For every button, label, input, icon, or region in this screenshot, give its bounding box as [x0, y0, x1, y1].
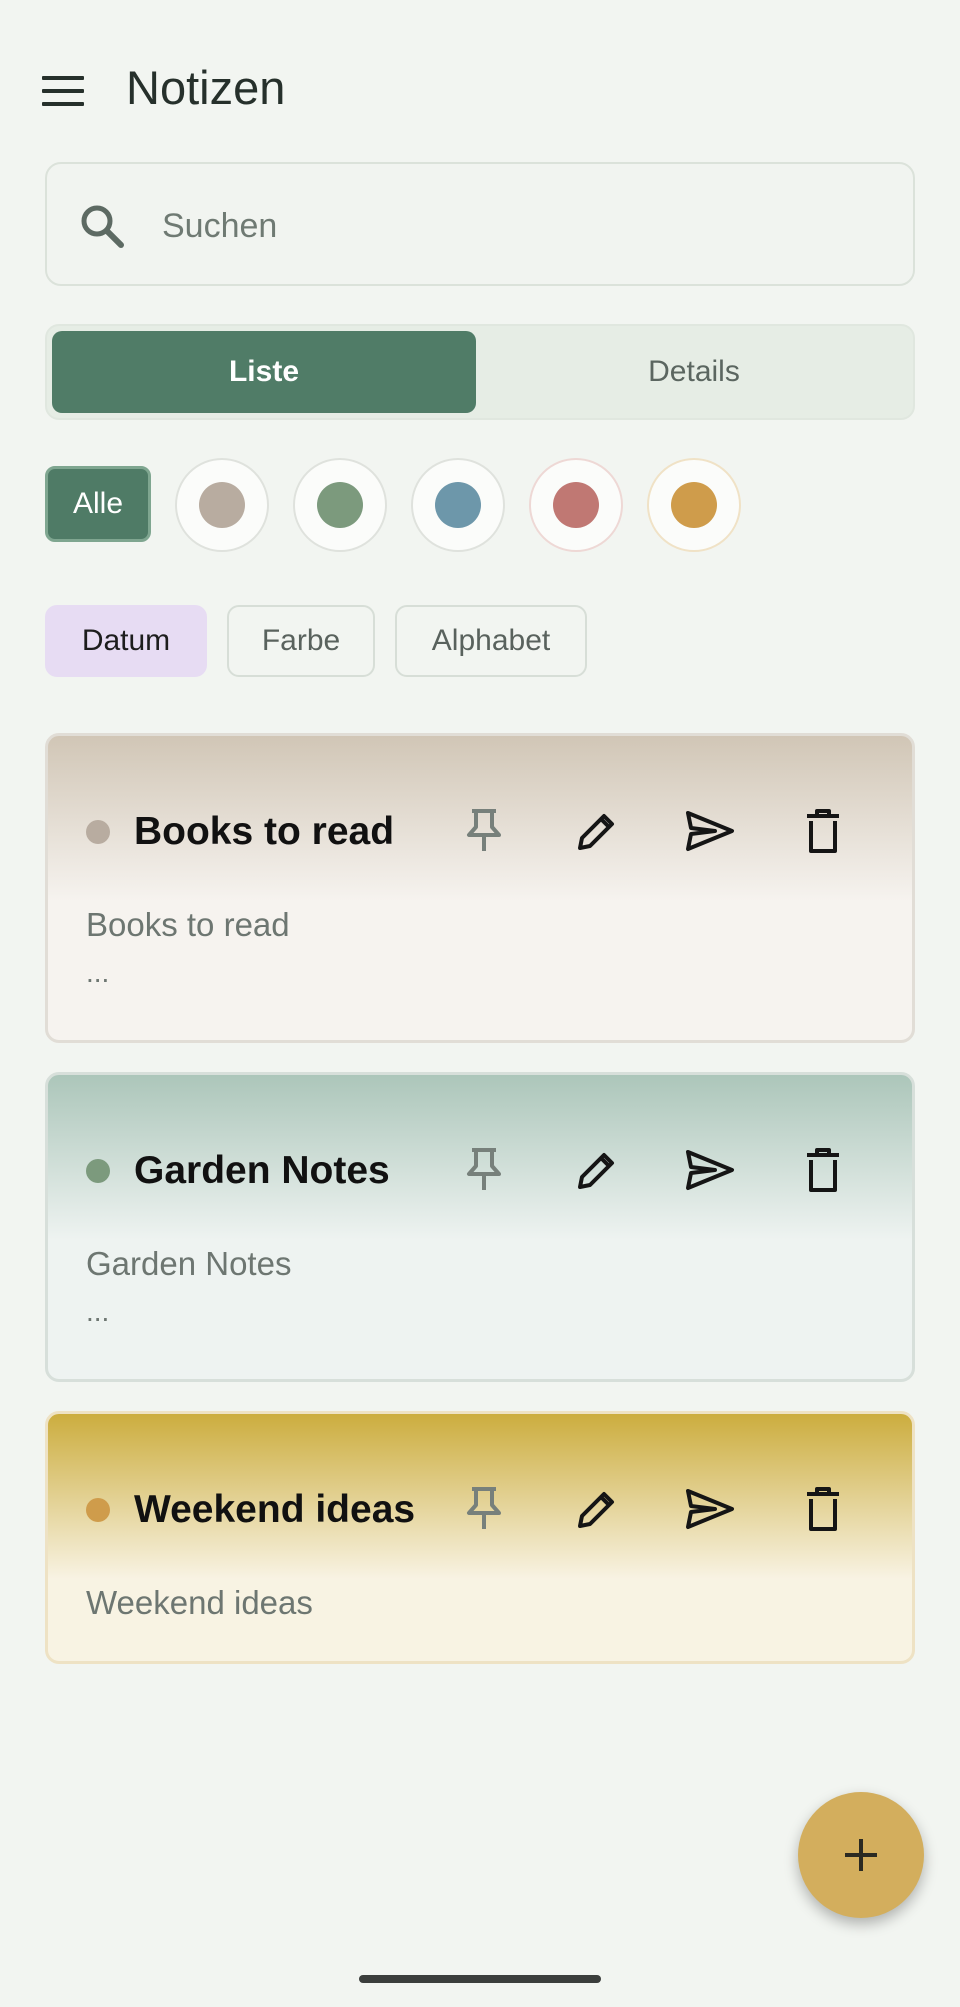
list-view-button[interactable]: Liste — [52, 331, 476, 413]
color-filter-blue[interactable] — [411, 458, 505, 552]
search-icon — [81, 205, 124, 248]
trash-icon — [807, 1487, 839, 1531]
note-preview: Books to read — [86, 906, 290, 943]
color-filter-sage[interactable] — [293, 458, 387, 552]
note-preview: Weekend ideas — [86, 1584, 313, 1621]
delete-button[interactable] — [791, 1477, 855, 1541]
gesture-home-indicator[interactable] — [359, 1975, 601, 1983]
color-swatch — [671, 482, 717, 528]
details-view-button[interactable]: Details — [481, 331, 907, 413]
send-icon — [686, 811, 734, 851]
pencil-icon — [578, 814, 614, 850]
note-card[interactable]: Books to read Books to read ... — [45, 733, 915, 1043]
color-swatch — [199, 482, 245, 528]
sort-date-chip[interactable]: Datum — [45, 605, 207, 677]
color-filter-rose[interactable] — [529, 458, 623, 552]
edit-button[interactable] — [565, 1477, 629, 1541]
send-icon — [686, 1150, 734, 1190]
view-toggle: Liste Details — [45, 324, 915, 420]
pencil-icon — [578, 1492, 614, 1528]
send-icon — [686, 1489, 734, 1529]
search-input[interactable] — [162, 194, 862, 258]
sort-color-chip[interactable]: Farbe — [227, 605, 375, 677]
sort-alphabet-chip[interactable]: Alphabet — [395, 605, 587, 677]
color-swatch — [435, 482, 481, 528]
pin-icon — [467, 809, 501, 851]
pin-button[interactable] — [452, 799, 516, 863]
plus-icon — [845, 1839, 877, 1871]
trash-icon — [807, 809, 839, 853]
note-title: Books to read — [134, 810, 395, 853]
pin-icon — [467, 1487, 501, 1529]
search-bar[interactable] — [45, 162, 915, 286]
note-color-dot — [86, 1498, 110, 1522]
note-more-indicator: ... — [86, 957, 110, 988]
pin-button[interactable] — [452, 1477, 516, 1541]
share-button[interactable] — [678, 1477, 742, 1541]
filter-all-chip[interactable]: Alle — [45, 466, 151, 542]
app-bar: Notizen — [0, 0, 960, 170]
edit-button[interactable] — [565, 1138, 629, 1202]
delete-button[interactable] — [791, 1138, 855, 1202]
menu-button[interactable] — [28, 56, 98, 126]
note-title: Garden Notes — [134, 1149, 390, 1192]
note-color-dot — [86, 1159, 110, 1183]
color-filter-taupe[interactable] — [175, 458, 269, 552]
color-swatch — [553, 482, 599, 528]
pencil-icon — [578, 1153, 614, 1189]
color-filter-mustard[interactable] — [647, 458, 741, 552]
note-card[interactable]: Weekend ideas Weekend ideas — [45, 1411, 915, 1664]
note-more-indicator: ... — [86, 1296, 110, 1327]
add-note-button[interactable] — [798, 1792, 924, 1918]
share-button[interactable] — [678, 1138, 742, 1202]
delete-button[interactable] — [791, 799, 855, 863]
note-card[interactable]: Garden Notes Garden Notes ... — [45, 1072, 915, 1382]
note-preview: Garden Notes — [86, 1245, 292, 1282]
edit-button[interactable] — [565, 799, 629, 863]
note-color-dot — [86, 820, 110, 844]
hamburger-menu-icon — [42, 76, 84, 106]
trash-icon — [807, 1148, 839, 1192]
color-swatch — [317, 482, 363, 528]
pin-button[interactable] — [452, 1138, 516, 1202]
pin-icon — [467, 1148, 501, 1190]
note-title: Weekend ideas — [134, 1488, 416, 1531]
color-filter: Alle — [45, 458, 915, 552]
share-button[interactable] — [678, 799, 742, 863]
page-title: Notizen — [126, 61, 286, 114]
